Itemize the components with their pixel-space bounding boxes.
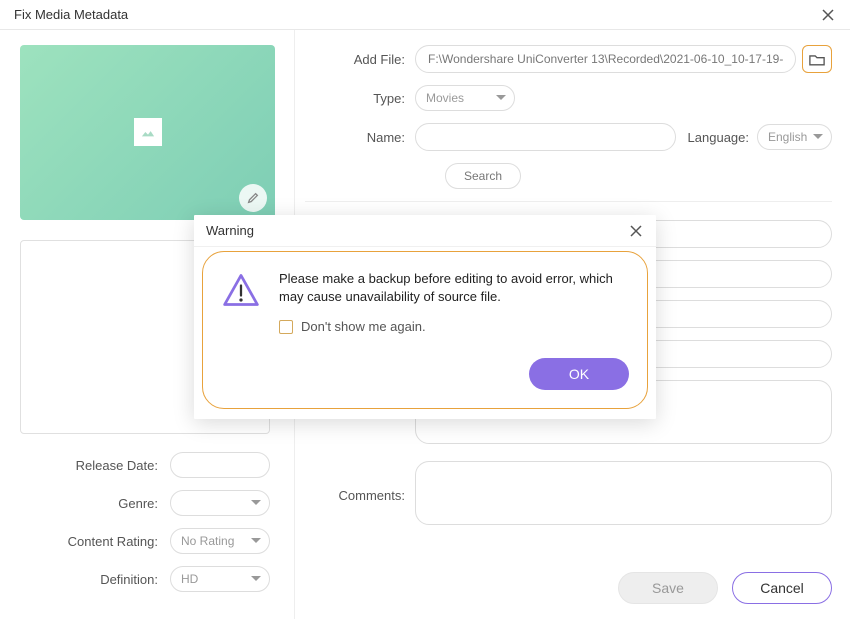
close-icon	[821, 8, 835, 22]
folder-icon	[809, 53, 825, 66]
window-close-button[interactable]	[820, 7, 836, 23]
close-icon	[629, 224, 643, 238]
image-placeholder-icon	[134, 118, 162, 146]
definition-label: Definition:	[20, 572, 170, 587]
cancel-button[interactable]: Cancel	[732, 572, 832, 604]
modal-message: Please make a backup before editing to a…	[279, 270, 629, 305]
save-button[interactable]: Save	[618, 572, 718, 604]
dont-show-checkbox[interactable]: Don't show me again.	[279, 319, 629, 334]
genre-label: Genre:	[20, 496, 170, 511]
dont-show-label: Don't show me again.	[301, 319, 426, 334]
language-select[interactable]: English	[757, 124, 832, 150]
warning-modal: Warning Please make a backup before edit…	[194, 215, 656, 419]
add-file-label: Add File:	[305, 52, 415, 67]
search-button[interactable]: Search	[445, 163, 521, 189]
browse-folder-button[interactable]	[802, 45, 832, 73]
type-label: Type:	[305, 91, 415, 106]
type-select[interactable]: Movies	[415, 85, 515, 111]
name-input[interactable]	[415, 123, 676, 151]
modal-title: Warning	[206, 223, 254, 238]
comments-textarea[interactable]	[415, 461, 832, 525]
genre-select[interactable]	[170, 490, 270, 516]
content-rating-select[interactable]: No Rating	[170, 528, 270, 554]
release-date-label: Release Date:	[20, 458, 170, 473]
warning-icon	[221, 270, 261, 334]
content-rating-label: Content Rating:	[20, 534, 170, 549]
left-fields: Release Date: Genre: Content Rating: No …	[20, 452, 274, 604]
release-date-input[interactable]	[170, 452, 270, 478]
thumbnail-preview	[20, 45, 275, 220]
divider	[305, 201, 832, 202]
window-title: Fix Media Metadata	[14, 7, 128, 22]
titlebar: Fix Media Metadata	[0, 0, 850, 30]
modal-close-button[interactable]	[628, 223, 644, 239]
action-bar: Save Cancel	[618, 572, 832, 604]
name-label: Name:	[305, 130, 415, 145]
checkbox-box	[279, 320, 293, 334]
language-label: Language:	[688, 130, 749, 145]
comments-label: Comments:	[305, 488, 415, 503]
edit-thumbnail-button[interactable]	[239, 184, 267, 212]
definition-select[interactable]: HD	[170, 566, 270, 592]
pencil-icon	[246, 191, 260, 205]
modal-ok-button[interactable]: OK	[529, 358, 629, 390]
file-path-input[interactable]	[415, 45, 796, 73]
